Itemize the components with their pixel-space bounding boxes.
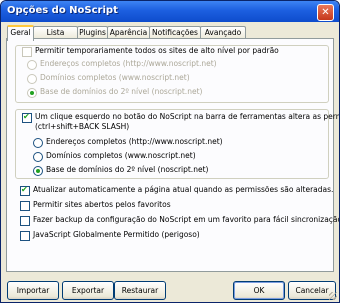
resize-grip[interactable]: [329, 292, 337, 300]
g1-radio-full-address[interactable]: [27, 60, 37, 70]
g2-radio-full-domain[interactable]: [33, 152, 43, 162]
restore-button[interactable]: Restaurar: [114, 281, 166, 300]
backup-bookmark-checkbox[interactable]: [20, 216, 30, 226]
auto-reload-checkbox[interactable]: [20, 185, 30, 196]
g2-radio-full-address[interactable]: [33, 138, 43, 148]
g1-radio-base-domain-label: Base de domínios do 2º nível (noscript.n…: [40, 87, 203, 96]
global-js-label: JavaScript Globalmente Permitido (perigo…: [33, 230, 200, 239]
general-panel: Permitir temporariamente todos os sites …: [6, 38, 339, 272]
g1-radio-full-address-label: Endereços completos (http://www.noscript…: [40, 59, 217, 68]
toolbar-click-checkbox[interactable]: [22, 112, 32, 123]
allow-bookmarks-checkbox[interactable]: [20, 201, 30, 211]
g1-radio-full-domain-label: Domínios completos (www.noscript.net): [40, 73, 190, 82]
g2-radio-full-address-label: Endereços completos (http://www.noscript…: [46, 137, 223, 146]
temporary-allow-checkbox[interactable]: [22, 47, 32, 57]
import-button[interactable]: Importar: [7, 281, 59, 300]
options-dialog: Opções do NoScript ✕ Geral Lista Branca …: [0, 0, 340, 303]
temporary-allow-label: Permitir temporariamente todos os sites …: [35, 46, 279, 55]
title-bar[interactable]: Opções do NoScript ✕: [1, 1, 339, 22]
ok-button[interactable]: OK: [233, 281, 285, 300]
export-button[interactable]: Exportar: [62, 281, 114, 300]
g2-radio-full-domain-label: Domínios completos (www.noscript.net): [46, 151, 196, 160]
backup-bookmark-label: Fazer backup da configuração do NoScript…: [33, 215, 340, 224]
close-button[interactable]: ✕: [317, 4, 334, 21]
global-js-checkbox[interactable]: [20, 231, 30, 241]
g1-radio-base-domain[interactable]: [27, 88, 37, 98]
g1-radio-full-domain[interactable]: [27, 74, 37, 84]
allow-bookmarks-label: Permitir sites abertos pelos favoritos: [33, 200, 171, 209]
auto-reload-label: Atualizar automaticamente a página atual…: [33, 185, 334, 194]
g2-radio-base-domain-label: Base de domínios do 2º nível (noscript.n…: [46, 165, 209, 174]
tab-geral[interactable]: Geral: [7, 25, 34, 41]
toolbar-click-shortcut: (ctrl+shift+BACK SLASH): [35, 122, 130, 131]
g2-radio-base-domain[interactable]: [33, 166, 43, 176]
toolbar-click-label: Um clique esquerdo no botão do NoScript …: [35, 112, 339, 121]
window-title: Opções do NoScript: [7, 5, 118, 16]
